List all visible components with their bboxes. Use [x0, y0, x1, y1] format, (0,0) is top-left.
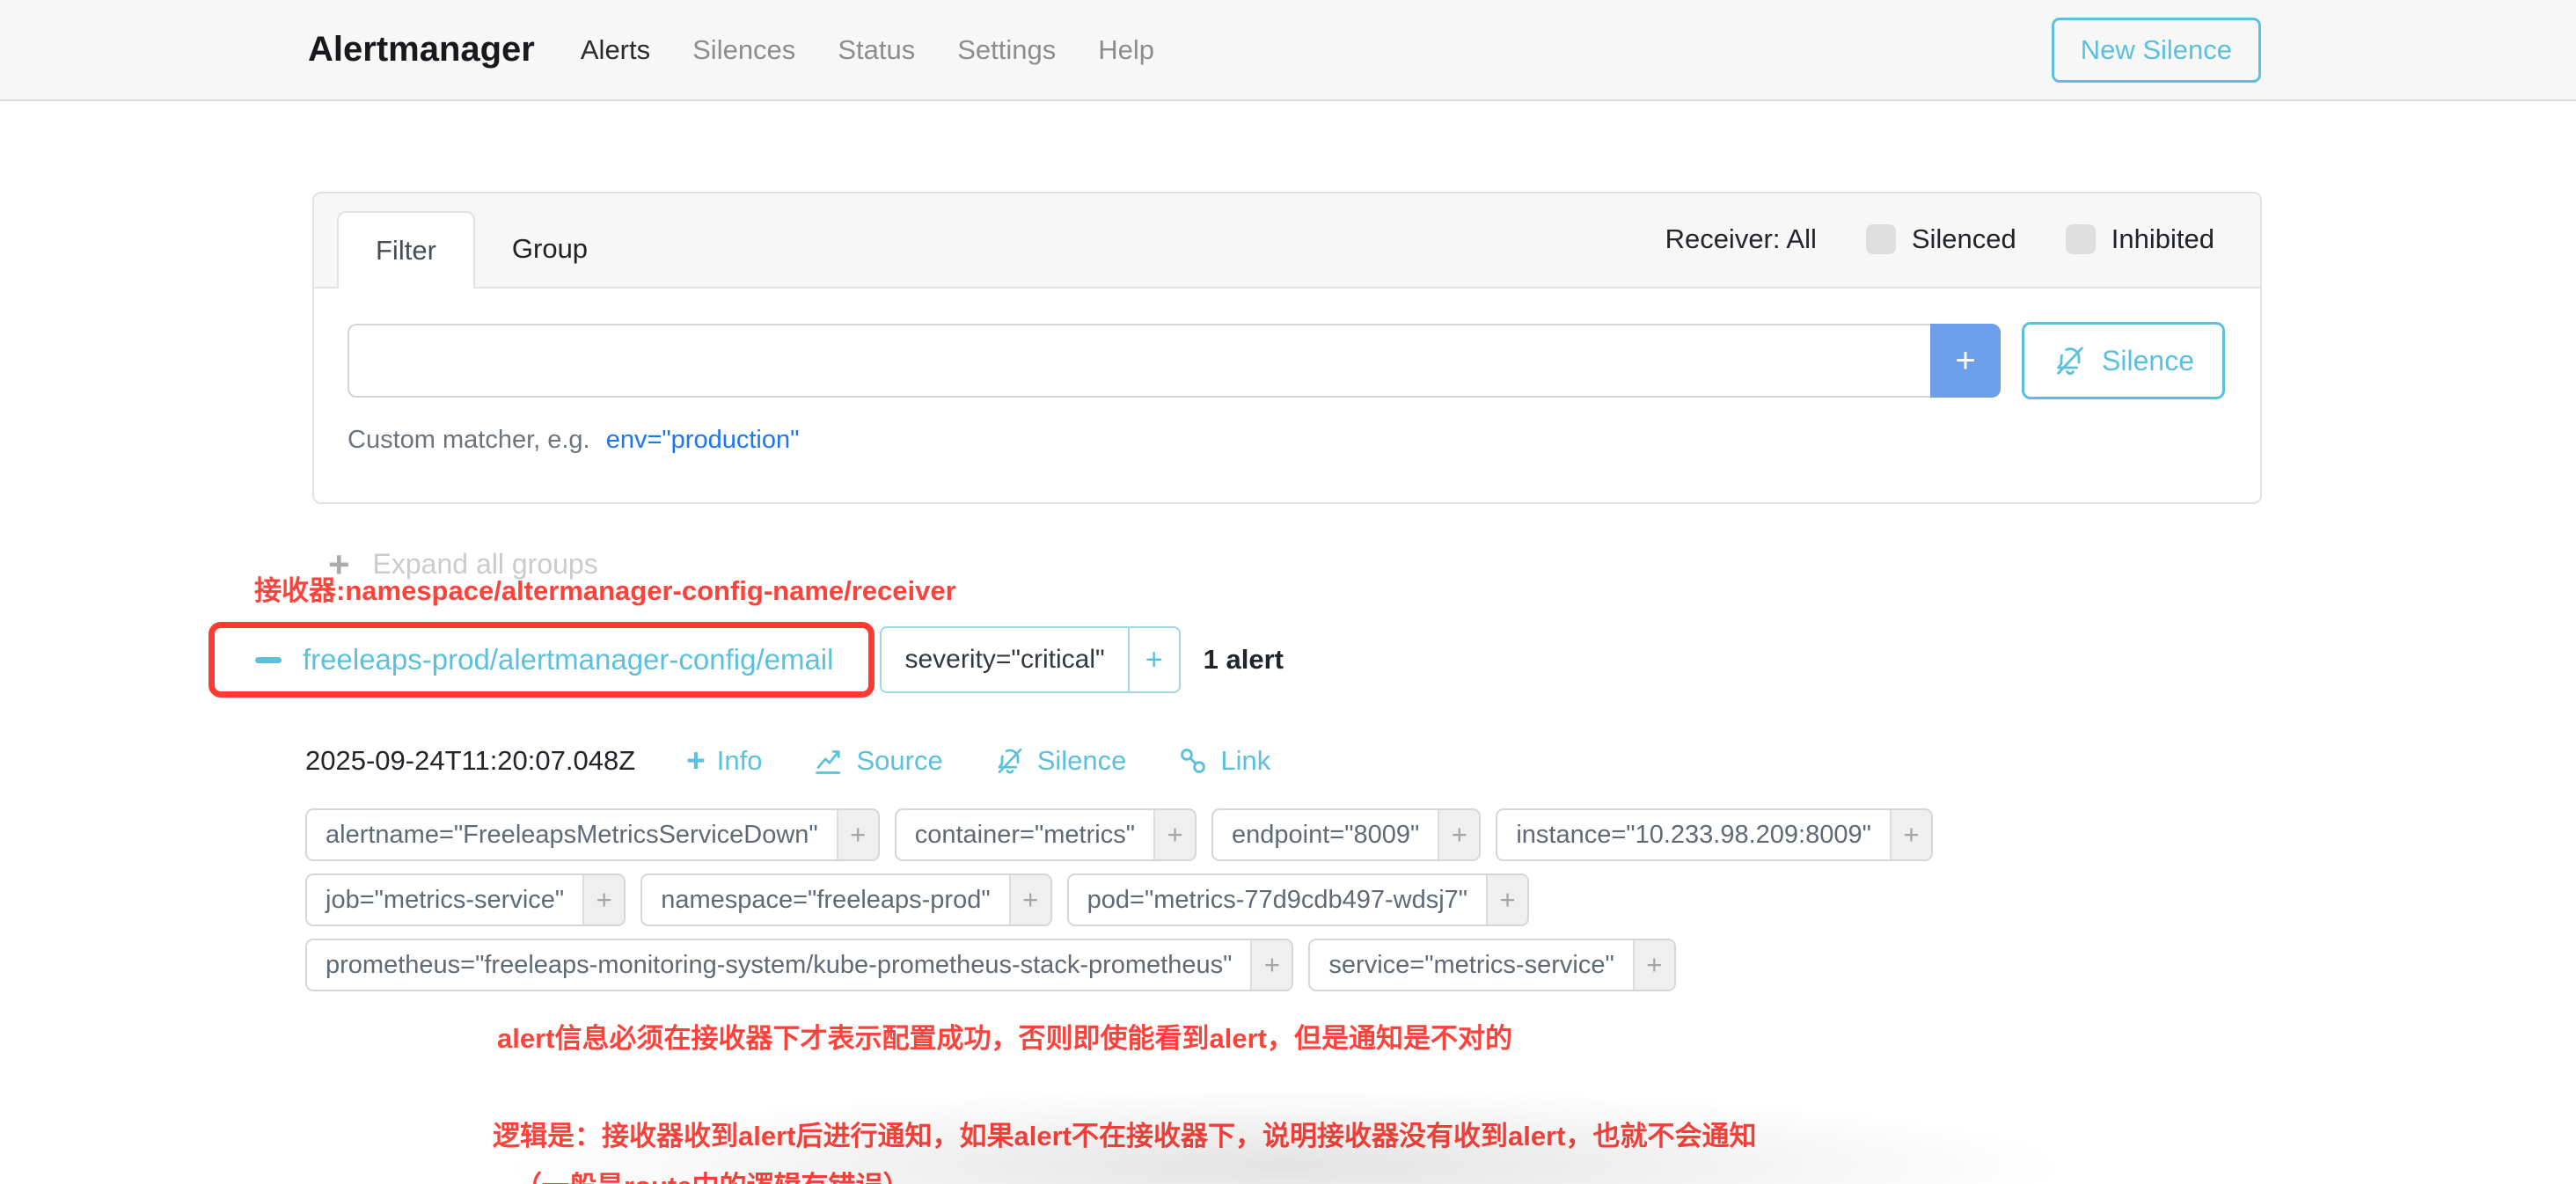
bell-slash-icon: [2053, 343, 2088, 378]
nav-links: Alerts Silences Status Settings Help: [581, 34, 1154, 66]
annotation-logic-note-line1: 逻辑是：接收器收到alert后进行通知，如果alert不在接收器下，说明接收器没…: [493, 1114, 2576, 1153]
annotation-red-box: freeleaps-prod/alertmanager-config/email: [209, 622, 875, 698]
source-action-label: Source: [856, 745, 942, 777]
label-tag-prometheus: prometheus="freeleaps-monitoring-system/…: [305, 939, 1293, 991]
label-tag-service: service="metrics-service" +: [1308, 939, 1675, 991]
group-receiver-link[interactable]: freeleaps-prod/alertmanager-config/email: [303, 643, 833, 676]
label-text: job="metrics-service": [307, 875, 582, 925]
plus-icon: +: [686, 748, 706, 774]
nav-item-settings[interactable]: Settings: [957, 34, 1056, 66]
nav-item-alerts[interactable]: Alerts: [581, 34, 650, 66]
receiver-filter[interactable]: Receiver: All: [1665, 223, 1817, 255]
nav-item-silences[interactable]: Silences: [692, 34, 795, 66]
add-label-filter-button[interactable]: +: [1438, 810, 1479, 859]
filter-card-header: Filter Group Receiver: All Silenced Inhi…: [314, 194, 2260, 289]
link-action-label: Link: [1220, 745, 1270, 777]
silence-button[interactable]: Silence: [2022, 322, 2225, 399]
alert-head-row: 2025-09-24T11:20:07.048Z + Info Source: [305, 745, 2576, 777]
label-tag-namespace: namespace="freeleaps-prod" +: [640, 873, 1051, 926]
silence-action-label: Silence: [1037, 745, 1127, 777]
collapse-minus-icon: [255, 657, 282, 663]
top-navbar: Alertmanager Alerts Silences Status Sett…: [0, 0, 2576, 101]
add-label-filter-button[interactable]: +: [1890, 810, 1931, 859]
label-text: pod="metrics-77d9cdb497-wdsj7": [1069, 875, 1486, 925]
add-label-filter-button[interactable]: +: [582, 875, 624, 925]
filter-card-body: + Silence Custom matcher, e.g. env="prod…: [314, 289, 2260, 502]
group-matcher-tag: severity="critical" +: [880, 626, 1180, 693]
link-icon: [1177, 745, 1209, 777]
label-text: alertname="FreeleapsMetricsServiceDown": [307, 810, 837, 859]
silence-action[interactable]: Silence: [994, 745, 1127, 777]
label-tag-instance: instance="10.233.98.209:8009" +: [1496, 808, 1933, 861]
source-action[interactable]: Source: [813, 745, 942, 777]
label-tag-container: container="metrics" +: [895, 808, 1197, 861]
matcher-input-group: +: [348, 324, 2001, 398]
add-matcher-button[interactable]: +: [1930, 324, 2001, 398]
alert-group-row: freeleaps-prod/alertmanager-config/email…: [209, 622, 2576, 698]
alert-labels: alertname="FreeleapsMetricsServiceDown" …: [305, 808, 2576, 991]
filter-tabs: Filter Group: [337, 211, 625, 287]
group-matcher-add-button[interactable]: +: [1128, 628, 1179, 691]
new-silence-button[interactable]: New Silence: [2052, 18, 2261, 83]
silenced-checkbox[interactable]: [1866, 224, 1896, 254]
label-tag-job: job="metrics-service" +: [305, 873, 626, 926]
alert-count: 1 alert: [1204, 644, 1284, 676]
annotation-logic-note-line2: （一般是route中的逻辑有错误）: [515, 1164, 2576, 1184]
label-tag-alertname: alertname="FreeleapsMetricsServiceDown" …: [305, 808, 880, 861]
group-matcher-text: severity="critical": [882, 628, 1127, 691]
label-row: job="metrics-service" + namespace="freel…: [305, 873, 2576, 926]
filter-card: Filter Group Receiver: All Silenced Inhi…: [312, 192, 2262, 504]
matcher-input[interactable]: [348, 324, 1930, 398]
inhibited-checkbox[interactable]: [2066, 224, 2096, 254]
inhibited-label: Inhibited: [2111, 223, 2214, 255]
matcher-row: + Silence: [348, 322, 2225, 399]
label-text: namespace="freeleaps-prod": [642, 875, 1008, 925]
nav-item-status[interactable]: Status: [838, 34, 915, 66]
label-tag-endpoint: endpoint="8009" +: [1211, 808, 1481, 861]
alert-timestamp: 2025-09-24T11:20:07.048Z: [305, 745, 635, 777]
label-text: endpoint="8009": [1213, 810, 1438, 859]
app-brand[interactable]: Alertmanager: [308, 30, 535, 69]
alert-detail: 2025-09-24T11:20:07.048Z + Info Source: [305, 745, 2576, 991]
label-row: alertname="FreeleapsMetricsServiceDown" …: [305, 808, 2576, 861]
tab-group[interactable]: Group: [475, 211, 625, 287]
label-text: prometheus="freeleaps-monitoring-system/…: [307, 940, 1250, 990]
add-label-filter-button[interactable]: +: [1250, 940, 1292, 990]
label-text: service="metrics-service": [1310, 940, 1632, 990]
chart-line-icon: [813, 745, 845, 777]
silence-button-label: Silence: [2102, 345, 2194, 377]
nav-item-help[interactable]: Help: [1098, 34, 1154, 66]
annotation-alert-note: alert信息必须在接收器下才表示配置成功，否则即使能看到alert，但是通知是…: [497, 1016, 2576, 1056]
matcher-hint-text: Custom matcher, e.g.: [348, 426, 590, 454]
label-row: prometheus="freeleaps-monitoring-system/…: [305, 939, 2576, 991]
annotation-receiver-note: 接收器:namespace/altermanager-config-name/r…: [254, 568, 2576, 608]
tab-filter[interactable]: Filter: [337, 211, 475, 289]
info-action[interactable]: + Info: [686, 745, 762, 777]
add-label-filter-button[interactable]: +: [837, 810, 878, 859]
matcher-example-link[interactable]: env="production": [606, 426, 800, 454]
add-label-filter-button[interactable]: +: [1009, 875, 1050, 925]
add-label-filter-button[interactable]: +: [1486, 875, 1527, 925]
label-tag-pod: pod="metrics-77d9cdb497-wdsj7" +: [1067, 873, 1529, 926]
label-text: instance="10.233.98.209:8009": [1497, 810, 1890, 859]
header-controls: Receiver: All Silenced Inhibited: [1665, 211, 2214, 267]
add-label-filter-button[interactable]: +: [1153, 810, 1195, 859]
matcher-hint: Custom matcher, e.g. env="production": [348, 426, 2225, 455]
info-action-label: Info: [717, 745, 763, 777]
silenced-label: Silenced: [1912, 223, 2016, 255]
label-text: container="metrics": [896, 810, 1153, 859]
alertmanager-page: Alertmanager Alerts Silences Status Sett…: [0, 0, 2576, 1184]
add-label-filter-button[interactable]: +: [1633, 940, 1674, 990]
bell-slash-icon: [994, 745, 1026, 777]
link-action[interactable]: Link: [1177, 745, 1270, 777]
